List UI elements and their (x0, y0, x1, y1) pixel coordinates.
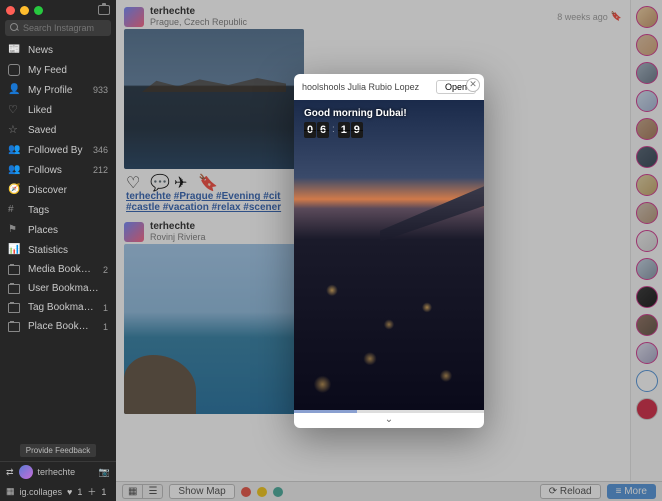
nav-follows[interactable]: 👥 Follows 212 (0, 160, 116, 180)
nav-count: 1 (103, 322, 108, 332)
camera-icon[interactable] (98, 5, 110, 15)
clock-sep: : (332, 124, 335, 135)
story-progress[interactable] (294, 410, 484, 413)
nav-count: 933 (93, 85, 108, 95)
avatar (19, 465, 33, 479)
story-caption: Good morning Dubai! (304, 108, 407, 119)
heart-count: 1 (77, 487, 82, 497)
nav-label: Places (28, 225, 100, 236)
nav-tag-bookmarks[interactable]: Tag Bookmarks 1 (0, 298, 116, 317)
sidebar: 📰 News My Feed 👤 My Profile 933 Liked Saved… (0, 0, 116, 501)
nav-label: My Profile (28, 85, 85, 96)
following-icon: 👥 (8, 164, 20, 176)
story-modal: ✕ hoolshools Julia Rubio Lopez Open Good… (294, 74, 484, 428)
main-area: terhechte Prague, Czech Republic 8 weeks… (116, 0, 662, 501)
search-icon (10, 23, 18, 31)
nav-count: 1 (103, 303, 108, 313)
pin-icon (8, 224, 20, 236)
nav-statistics[interactable]: 📊 Statistics (0, 240, 116, 260)
flip-clock: 0 6 : 1 9 (304, 122, 363, 138)
story-image[interactable]: Good morning Dubai! 0 6 : 1 9 (294, 100, 484, 410)
nav-label: Discover (28, 185, 100, 196)
nav-count: 346 (93, 145, 108, 155)
city-lights (294, 239, 484, 410)
status-collages-row[interactable]: ▦ ig.collages ♥ 1 ＋ 1 (0, 482, 116, 501)
search-input[interactable] (5, 20, 111, 36)
folder-icon (8, 284, 20, 294)
clock-digit: 1 (338, 122, 350, 138)
nav-my-profile[interactable]: 👤 My Profile 933 (0, 80, 116, 100)
folder-icon (8, 265, 20, 275)
chart-icon: 📊 (8, 244, 20, 256)
modal-header: hoolshools Julia Rubio Lopez Open (294, 74, 484, 100)
nav-label: User Bookmarks (28, 283, 100, 294)
status-username: terhechte (38, 467, 76, 477)
minimize-window-button[interactable] (20, 6, 29, 15)
nav-label: Saved (28, 125, 100, 136)
heart-icon: ♥ (67, 487, 72, 497)
feed-icon (8, 64, 20, 76)
app-icon: ▦ (6, 486, 15, 497)
close-icon[interactable]: ✕ (466, 78, 480, 92)
status-user-row[interactable]: ⇄ terhechte 📷 (0, 462, 116, 482)
nav-places[interactable]: Places (0, 220, 116, 240)
nav-label: Followed By (28, 145, 85, 156)
nav-label: Media Bookmarks (28, 264, 95, 275)
modal-username[interactable]: hoolshools Julia Rubio Lopez (302, 82, 430, 92)
fullscreen-window-button[interactable] (34, 6, 43, 15)
nav-followed-by[interactable]: 👥 Followed By 346 (0, 140, 116, 160)
nav-liked[interactable]: Liked (0, 100, 116, 120)
nav-media-bookmarks[interactable]: Media Bookmarks 2 (0, 260, 116, 279)
nav-news[interactable]: 📰 News (0, 40, 116, 60)
heart-icon (8, 104, 20, 116)
status-bar: ⇄ terhechte 📷 ▦ ig.collages ♥ 1 ＋ 1 (0, 461, 116, 501)
switch-icon: ⇄ (6, 467, 14, 478)
nav-label: News (28, 45, 100, 56)
chevron-down-icon[interactable]: ⌄ (294, 413, 484, 428)
folder-icon (8, 303, 20, 313)
nav-list: 📰 News My Feed 👤 My Profile 933 Liked Saved… (0, 40, 116, 440)
camera-icon[interactable]: 📷 (99, 467, 110, 478)
compass-icon: 🧭 (8, 184, 20, 196)
nav-count: 2 (103, 265, 108, 275)
window-controls (0, 0, 116, 20)
plus-icon: ＋ (87, 485, 96, 498)
modal-overlay[interactable]: ✕ hoolshools Julia Rubio Lopez Open Good… (116, 0, 662, 501)
folder-icon (8, 322, 20, 332)
profile-icon: 👤 (8, 84, 20, 96)
news-icon: 📰 (8, 44, 20, 56)
star-icon (8, 124, 20, 136)
nav-label: Tags (28, 205, 100, 216)
nav-label: Tag Bookmarks (28, 302, 95, 313)
nav-user-bookmarks[interactable]: User Bookmarks (0, 279, 116, 298)
clock-digit: 6 (317, 122, 329, 138)
nav-label: My Feed (28, 65, 100, 76)
search-wrap (0, 20, 116, 40)
nav-my-feed[interactable]: My Feed (0, 60, 116, 80)
followers-icon: 👥 (8, 144, 20, 156)
nav-count: 212 (93, 165, 108, 175)
nav-label: Liked (28, 105, 100, 116)
nav-discover[interactable]: 🧭 Discover (0, 180, 116, 200)
feedback-button[interactable]: Provide Feedback (20, 444, 96, 457)
nav-label: Place Bookmarks (28, 321, 95, 332)
status-collages: ig.collages (20, 487, 63, 497)
nav-saved[interactable]: Saved (0, 120, 116, 140)
nav-label: Follows (28, 165, 85, 176)
nav-tags[interactable]: Tags (0, 200, 116, 220)
nav-place-bookmarks[interactable]: Place Bookmarks 1 (0, 317, 116, 336)
airplane-wing (380, 186, 485, 242)
story-progress-fill (294, 410, 357, 413)
clock-digit: 9 (351, 122, 363, 138)
nav-label: Statistics (28, 245, 100, 256)
plus-count: 1 (101, 487, 106, 497)
clock-digit: 0 (304, 122, 316, 138)
tag-icon (8, 204, 20, 216)
close-window-button[interactable] (6, 6, 15, 15)
